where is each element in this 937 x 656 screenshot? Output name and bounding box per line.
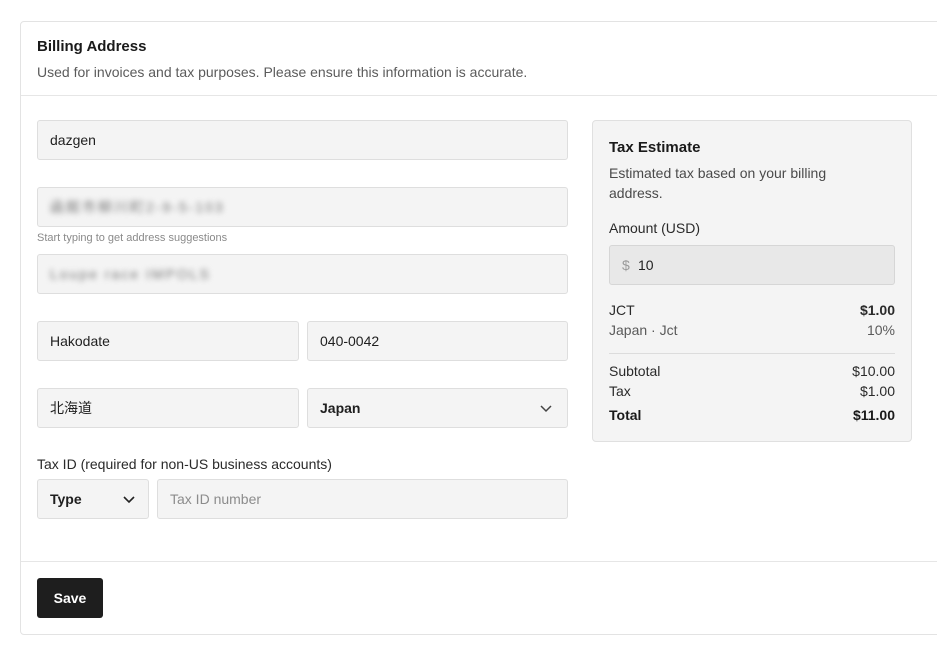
tax-line-jct: JCT $1.00 [609, 302, 895, 320]
total-value: $11.00 [852, 407, 895, 423]
state-value: 北海道 [50, 400, 92, 416]
summary-divider [609, 353, 895, 354]
page-subtitle: Used for invoices and tax purposes. Plea… [37, 64, 528, 80]
tax-line-value: $1.00 [859, 302, 895, 318]
city-value: Hakodate [50, 333, 110, 349]
tax-estimate-panel: Tax Estimate Estimated tax based on your… [592, 120, 912, 442]
address-hint: Start typing to get address suggestions [37, 232, 228, 244]
name-value: dazgen [50, 132, 96, 148]
currency-symbol: $ [622, 257, 630, 273]
amount-label: Amount (USD) [609, 220, 701, 236]
tax-id-input[interactable]: Tax ID number [157, 479, 568, 519]
page-title: Billing Address [37, 38, 147, 55]
amount-input[interactable]: $ 10 [609, 245, 895, 285]
address-line1-value: 函館市柳川町2-9-5-103 [50, 199, 225, 215]
card-header: Billing Address Used for invoices and ta… [21, 22, 937, 96]
tax-id-label: Tax ID (required for non-US business acc… [37, 456, 332, 472]
country-select[interactable]: Japan [307, 388, 568, 428]
chevron-down-icon [123, 496, 135, 504]
tax-value: $1.00 [859, 383, 895, 399]
tax-estimate-title: Tax Estimate [609, 139, 701, 156]
country-selected-value: Japan [320, 400, 361, 416]
tax-line-label: JCT [609, 302, 635, 318]
postal-code-value: 040-0042 [320, 333, 380, 349]
tax-type-select[interactable]: Type [37, 479, 149, 519]
address-line1-input[interactable]: 函館市柳川町2-9-5-103 [37, 187, 568, 227]
footer-divider [21, 561, 937, 562]
tax-line-value: 10% [866, 322, 895, 338]
postal-code-input[interactable]: 040-0042 [307, 321, 568, 361]
tax-type-selected-value: Type [50, 491, 82, 507]
chevron-down-icon [540, 405, 552, 413]
state-input[interactable]: 北海道 [37, 388, 299, 428]
total-row: Total $11.00 [609, 407, 895, 425]
address-line2-value: Loupe race IMPOLS [50, 266, 211, 282]
subtotal-value: $10.00 [852, 363, 895, 379]
tax-estimate-description: Estimated tax based on your billing addr… [609, 165, 827, 201]
address-line2-input[interactable]: Loupe race IMPOLS [37, 254, 568, 294]
subtotal-label: Subtotal [609, 363, 661, 379]
city-input[interactable]: Hakodate [37, 321, 299, 361]
billing-address-card: Billing Address Used for invoices and ta… [20, 21, 937, 635]
amount-value: 10 [638, 257, 654, 273]
total-label: Total [609, 407, 642, 423]
tax-line-rate: Japan · Jct 10% [609, 322, 895, 340]
save-button[interactable]: Save [37, 578, 103, 618]
tax-id-placeholder: Tax ID number [170, 491, 262, 507]
name-input[interactable]: dazgen [37, 120, 568, 160]
tax-row: Tax $1.00 [609, 383, 895, 401]
tax-line-label: Japan · Jct [609, 322, 678, 338]
tax-label: Tax [609, 383, 631, 399]
subtotal-row: Subtotal $10.00 [609, 363, 895, 381]
